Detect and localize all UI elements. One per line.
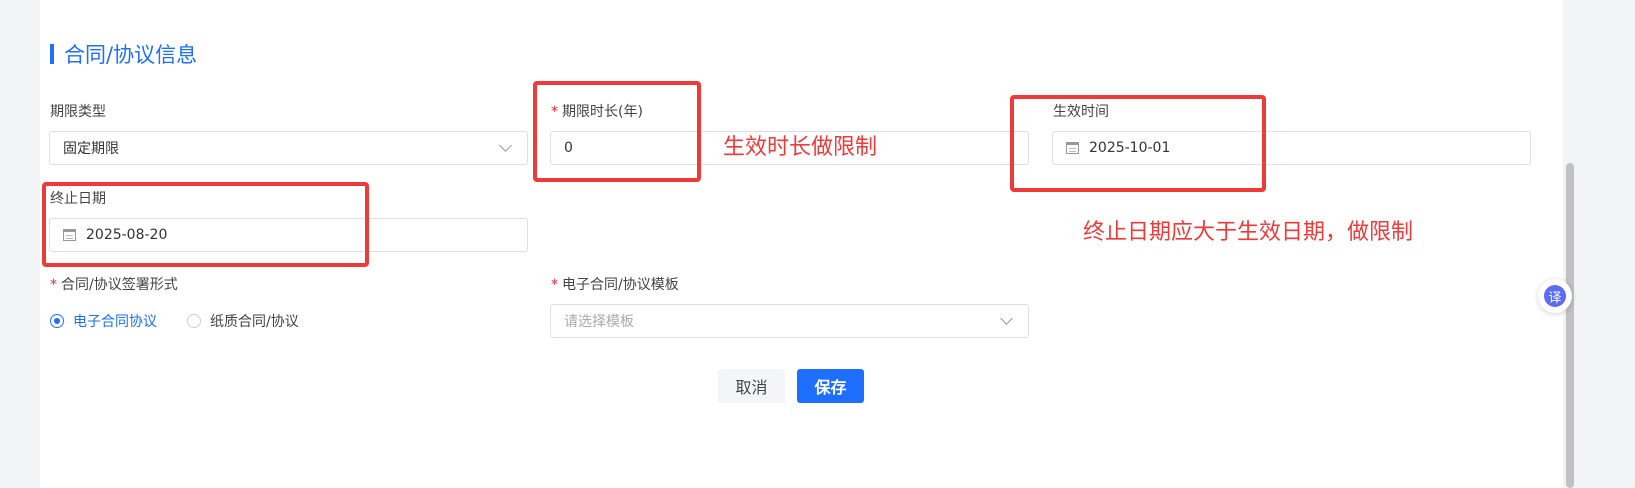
radio-paper-label: 纸质合同/协议 bbox=[210, 314, 299, 330]
required-mark: * bbox=[551, 277, 558, 293]
annotation-note-end-date: 终止日期应大于生效日期，做限制 bbox=[1083, 220, 1414, 245]
translate-icon: 译 bbox=[1544, 285, 1566, 307]
template-label: * 电子合同/协议模板 bbox=[551, 274, 679, 294]
chevron-down-icon bbox=[499, 139, 512, 152]
sign-form-label: * 合同/协议签署形式 bbox=[50, 274, 178, 294]
term-type-label: 期限类型 bbox=[50, 104, 106, 120]
template-label-text: 电子合同/协议模板 bbox=[562, 277, 679, 293]
chevron-down-icon bbox=[1000, 312, 1013, 325]
annotation-box-effective-date bbox=[1010, 95, 1266, 192]
term-type-select[interactable]: 固定期限 bbox=[49, 131, 528, 165]
radio-electronic-label: 电子合同协议 bbox=[73, 314, 157, 330]
radio-unchecked-icon bbox=[187, 314, 201, 328]
cancel-button[interactable]: 取消 bbox=[718, 369, 785, 403]
sign-form-label-text: 合同/协议签署形式 bbox=[61, 277, 178, 293]
template-placeholder: 请选择模板 bbox=[564, 314, 634, 330]
section-title: 合同/协议信息 bbox=[64, 43, 198, 67]
radio-checked-icon bbox=[50, 314, 64, 328]
annotation-note-term-length: 生效时长做限制 bbox=[723, 135, 878, 160]
save-button[interactable]: 保存 bbox=[797, 369, 864, 403]
annotation-box-term-length bbox=[533, 81, 701, 182]
template-select[interactable]: 请选择模板 bbox=[550, 304, 1029, 338]
required-mark: * bbox=[50, 277, 57, 293]
section-accent-bar bbox=[50, 44, 54, 64]
translate-button[interactable]: 译 bbox=[1538, 279, 1572, 313]
term-type-value: 固定期限 bbox=[63, 141, 119, 157]
annotation-box-end-date bbox=[42, 182, 369, 267]
radio-electronic[interactable]: 电子合同协议 bbox=[50, 311, 157, 331]
sign-form-radio-group: 电子合同协议 纸质合同/协议 bbox=[50, 308, 329, 334]
section-header: 合同/协议信息 bbox=[50, 41, 197, 67]
radio-paper[interactable]: 纸质合同/协议 bbox=[187, 311, 299, 331]
scrollbar-thumb[interactable] bbox=[1566, 163, 1574, 488]
scrollbar-track[interactable] bbox=[1545, 0, 1563, 488]
